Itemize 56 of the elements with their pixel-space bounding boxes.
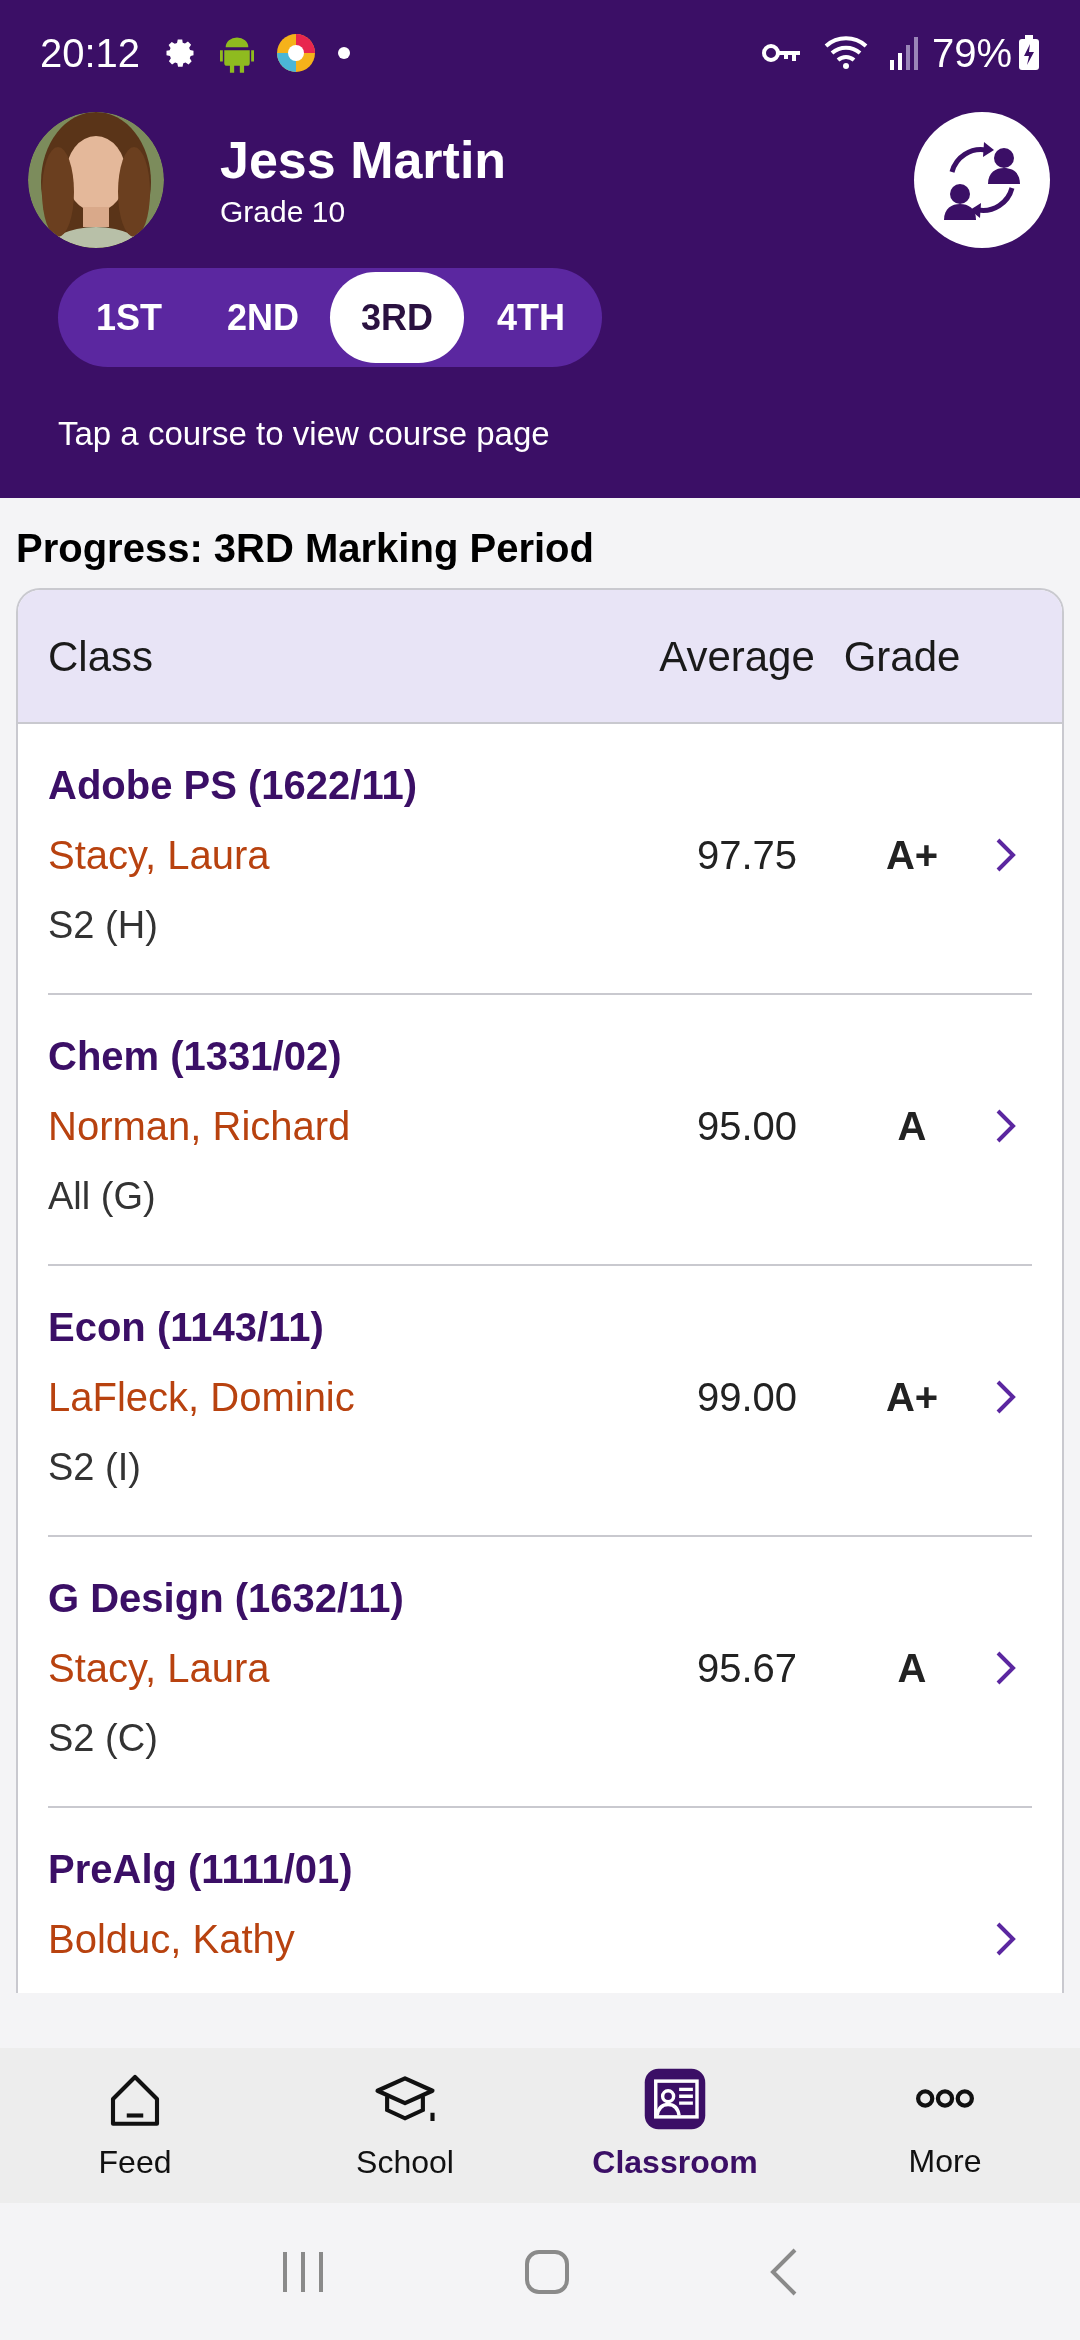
course-section: S2 (C) [48, 1703, 652, 1773]
teacher-name: Bolduc, Kathy [48, 1916, 296, 1963]
course-row[interactable]: G Design (1632/11) Stacy, Laura S2 (C) 95.67 A [48, 1537, 1032, 1808]
chevron-right-icon [994, 1379, 1018, 1415]
course-average: 99.00 [695, 1374, 799, 1421]
chevron-right-icon [994, 837, 1018, 873]
home-icon[interactable] [525, 2249, 569, 2294]
course-average: 95.67 [695, 1645, 799, 1692]
battery-icon [1018, 34, 1040, 71]
period-tab[interactable]: 4TH [464, 272, 598, 363]
nav-tab[interactable]: School [270, 2048, 540, 2203]
chevron-right-icon [994, 1921, 1018, 1957]
teacher-name: Stacy, Laura [48, 1645, 271, 1692]
course-row[interactable]: Chem (1331/02) Norman, Richard All (G) 95.00 A [48, 995, 1032, 1266]
course-name: Chem (1331/02) [48, 1033, 343, 1080]
chevron-right-icon [994, 1108, 1018, 1144]
student-grade: Grade 10 [220, 194, 347, 230]
column-header: Class [48, 631, 155, 682]
course-name: Adobe PS (1622/11) [48, 762, 419, 809]
teacher-name: Norman, Richard [48, 1103, 352, 1150]
teacher-name: LaFleck, Dominic [48, 1374, 356, 1421]
course-row[interactable]: Adobe PS (1622/11) Stacy, Laura S2 (H) 97.75 A+ [48, 724, 1032, 995]
column-header: Average [658, 631, 816, 682]
course-average: 95.00 [695, 1103, 799, 1150]
nav-tab[interactable]: Classroom [540, 2048, 810, 2203]
hint-text: Tap a course to view course page [57, 414, 551, 454]
battery-percent: 79% [931, 29, 1012, 77]
column-header: Grade [842, 631, 962, 682]
status-time: 20:12 [40, 29, 141, 77]
course-section: S2 (H) [48, 890, 652, 960]
course-average: 97.75 [695, 832, 799, 879]
period-tab[interactable]: 2ND [196, 272, 330, 363]
app-icon [276, 32, 317, 73]
course-grade: A [896, 1645, 928, 1692]
nav-tab[interactable]: Feed [0, 2048, 270, 2203]
course-section: S2 (I) [48, 1432, 652, 1502]
course-grade: A [896, 1103, 928, 1150]
chevron-right-icon [994, 1650, 1018, 1686]
student-name: Jess Martin [220, 130, 507, 191]
course-section: All (G) [48, 1161, 652, 1231]
course-name: G Design (1632/11) [48, 1575, 405, 1622]
wifi-icon [823, 33, 868, 72]
course-name: Econ (1143/11) [48, 1304, 325, 1351]
course-grade: A+ [884, 832, 940, 879]
period-tab[interactable]: 1ST [62, 272, 196, 363]
recent-apps-icon[interactable] [281, 2249, 325, 2294]
more-icon [916, 2089, 974, 2108]
course-grade: A+ [884, 1374, 940, 1421]
back-icon[interactable] [769, 2247, 799, 2296]
signal-icon [889, 35, 920, 70]
period-tab[interactable]: 3RD [330, 272, 464, 363]
progress-title: Progress: 3RD Marking Period [15, 525, 595, 572]
nav-tab[interactable]: More [810, 2048, 1080, 2203]
course-row[interactable]: Econ (1143/11) LaFleck, Dominic S2 (I) 99.00 A+ [48, 1266, 1032, 1537]
teacher-name: Stacy, Laura [48, 832, 271, 879]
course-name: PreAlg (1111/01) [48, 1846, 354, 1893]
